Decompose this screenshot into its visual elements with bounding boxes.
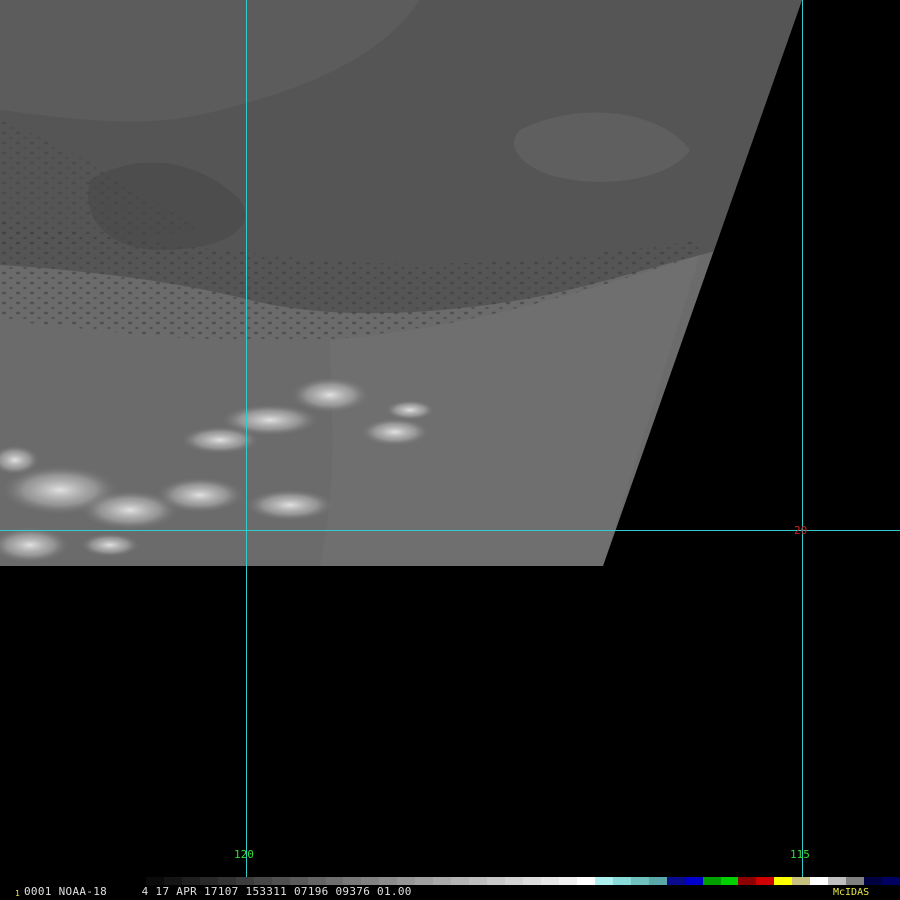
longitude-label-120: 120: [234, 848, 254, 861]
latitude-label-20: 20: [794, 524, 808, 537]
product-label: McIDAS: [833, 887, 870, 898]
satellite-swath: [0, 0, 802, 566]
image-metadata-text: 0001 NOAA-18 4 17 APR 17107 153311 07196…: [24, 885, 412, 898]
satellite-imagery: [0, 0, 900, 900]
longitude-label-115: 115: [790, 848, 810, 861]
satellite-image-viewer: 120 115 20 1 0001 NOAA-18 4 17 APR 17107…: [0, 0, 900, 900]
frame-number-subscript: 1: [15, 889, 20, 898]
